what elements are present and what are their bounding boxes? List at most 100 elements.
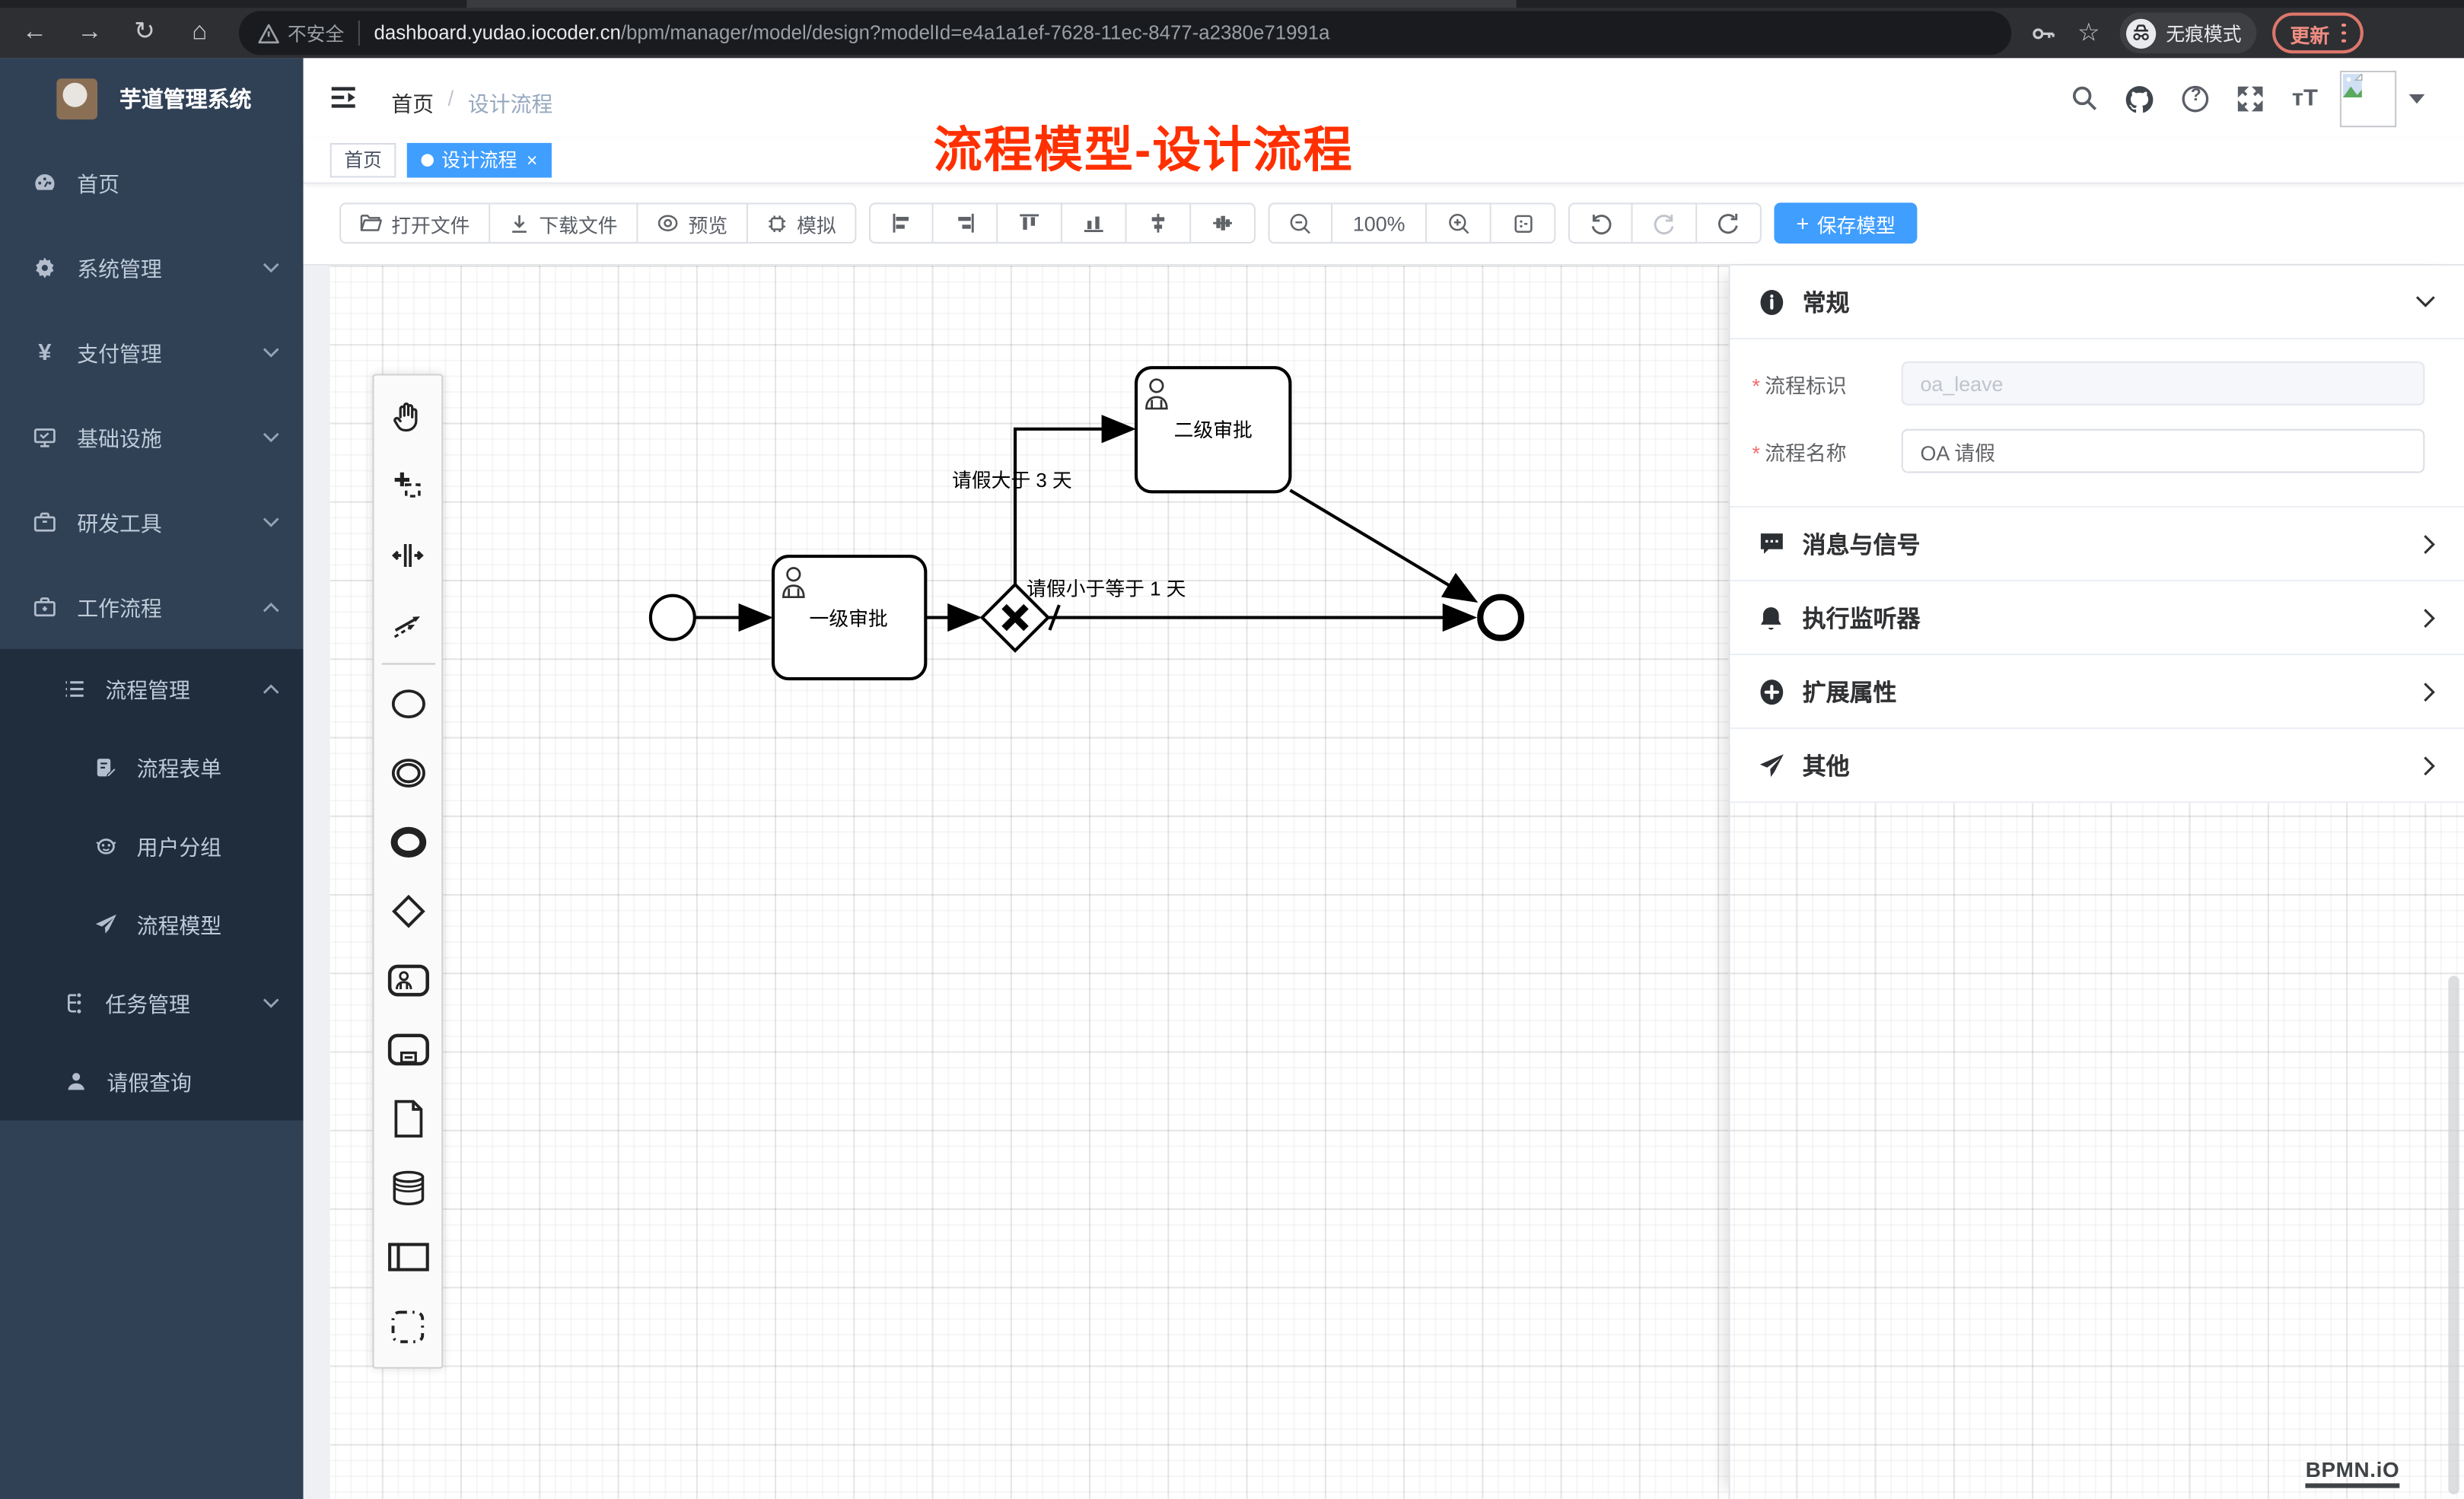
- reload-icon[interactable]: ↻: [124, 21, 165, 46]
- app-header: 首页 / 设计流程 ? тT: [304, 58, 2464, 138]
- url-host: dashboard.yudao.iocoder.cn: [374, 22, 621, 44]
- chevron-down-icon: [263, 262, 280, 272]
- process-id-input[interactable]: [1902, 361, 2425, 406]
- org-tree-icon: [63, 991, 87, 1014]
- font-size-icon[interactable]: тT: [2292, 85, 2318, 112]
- screen: ← → ↻ ⌂ 不安全 dashboard.yudao.iocoder.cn/b…: [0, 0, 2464, 1499]
- user-task-level2[interactable]: 二级审批: [1136, 368, 1290, 492]
- avatar[interactable]: [2340, 70, 2396, 126]
- breadcrumb-home[interactable]: 首页: [391, 87, 434, 118]
- flow-gateway-to-task2[interactable]: [1015, 429, 1132, 584]
- download-file-button[interactable]: 下载文件: [490, 202, 638, 243]
- start-event[interactable]: [651, 596, 695, 640]
- section-others[interactable]: 其他: [1730, 729, 2464, 803]
- vertical-scrollbar[interactable]: [2448, 975, 2459, 1494]
- zoom-button-group: 100%: [1269, 202, 1556, 243]
- avatar-caret-icon[interactable]: [2409, 94, 2425, 103]
- user-task-level1[interactable]: 一级审批: [773, 556, 925, 679]
- back-icon[interactable]: ←: [14, 21, 56, 46]
- browser-actions: ☆ 无痕模式 更新: [2030, 13, 2364, 54]
- help-icon[interactable]: ?: [2182, 84, 2210, 112]
- incognito-badge: 无痕模式: [2120, 13, 2257, 54]
- sidebar-collapse-icon[interactable]: [330, 85, 357, 110]
- bpmn-io-logo[interactable]: BPMN.iO: [2306, 1458, 2400, 1488]
- sidebar-item-devtools[interactable]: 研发工具: [0, 479, 304, 565]
- browser-toolbar: ← → ↻ ⌂ 不安全 dashboard.yudao.iocoder.cn/b…: [0, 8, 2464, 58]
- sidebar-item-infrastructure[interactable]: 基础设施: [0, 394, 304, 479]
- bookmark-star-icon[interactable]: ☆: [2077, 18, 2100, 49]
- file-button-group: 打开文件 下载文件 预览 模拟: [339, 202, 857, 243]
- chevron-down-icon: [263, 516, 280, 527]
- person-icon: [65, 1069, 88, 1093]
- zoom-in-button[interactable]: [1427, 202, 1491, 243]
- home-icon[interactable]: ⌂: [179, 21, 220, 46]
- align-right-button[interactable]: [934, 202, 998, 243]
- process-name-row: *流程名称: [1752, 429, 2425, 473]
- sidebar-item-process-model[interactable]: 流程模型: [0, 885, 304, 963]
- breadcrumb-current: 设计流程: [468, 87, 553, 118]
- tab-design-process[interactable]: 设计流程 ×: [407, 143, 552, 177]
- preview-button[interactable]: 预览: [638, 202, 748, 243]
- process-id-label: 流程标识: [1765, 373, 1846, 396]
- process-name-input[interactable]: [1902, 429, 2425, 473]
- section-extended-properties[interactable]: 扩展属性: [1730, 655, 2464, 729]
- history-button-group: [1568, 202, 1762, 243]
- fullscreen-icon[interactable]: [2237, 84, 2265, 112]
- sidebar-item-user-group[interactable]: 用户分组: [0, 806, 304, 884]
- sidebar-item-payment[interactable]: ¥ 支付管理: [0, 310, 304, 395]
- zoom-out-button[interactable]: [1269, 202, 1333, 243]
- open-file-button[interactable]: 打开文件: [339, 202, 490, 243]
- align-bottom-button[interactable]: [1062, 202, 1127, 243]
- close-tab-icon[interactable]: ×: [527, 145, 537, 176]
- plus-icon: +: [1796, 211, 1809, 236]
- process-id-row: *流程标识: [1752, 361, 2425, 406]
- search-icon[interactable]: [2072, 85, 2099, 112]
- tab-home[interactable]: 首页: [330, 143, 396, 177]
- sidebar-item-leave-query[interactable]: 请假查询: [0, 1042, 304, 1120]
- page-overlay-title: 流程模型-设计流程: [934, 110, 1354, 181]
- key-icon[interactable]: [2030, 20, 2057, 46]
- not-secure-label[interactable]: 不安全: [288, 20, 344, 46]
- align-middle-button[interactable]: [1191, 202, 1256, 243]
- simulate-button[interactable]: 模拟: [748, 202, 857, 243]
- sidebar-item-process-mgmt[interactable]: 流程管理: [0, 649, 304, 727]
- section-execution-listeners[interactable]: 执行监听器: [1730, 581, 2464, 655]
- forward-icon[interactable]: →: [69, 21, 110, 46]
- sidebar-item-home[interactable]: 首页: [0, 140, 304, 225]
- flow-label-gt3[interactable]: 请假大于 3 天: [952, 469, 1072, 492]
- end-event[interactable]: [1480, 597, 1521, 638]
- zoom-reset-button[interactable]: [1491, 202, 1556, 243]
- save-model-button[interactable]: + 保存模型: [1775, 202, 1918, 243]
- undo-button[interactable]: [1568, 202, 1633, 243]
- browser-menu-icon[interactable]: [2342, 23, 2346, 43]
- chevron-down-icon: [2415, 295, 2436, 308]
- sidebar-item-process-form[interactable]: 流程表单: [0, 727, 304, 806]
- browser-active-tab[interactable]: [466, 0, 1516, 8]
- sidebar-item-workflow[interactable]: 工作流程: [0, 564, 304, 649]
- section-general[interactable]: 常规: [1730, 266, 2464, 339]
- update-label[interactable]: 更新: [2291, 18, 2330, 48]
- align-left-button[interactable]: [869, 202, 934, 243]
- bpmn-canvas[interactable]: 一级审批 二级审批 请假大于 3 天 请假小于等于 1 天: [304, 264, 2464, 1499]
- flow-label-le1[interactable]: 请假小于等于 1 天: [1027, 578, 1186, 600]
- github-icon[interactable]: [2125, 84, 2155, 112]
- sidebar-item-task-mgmt[interactable]: 任务管理: [0, 963, 304, 1042]
- app-logo-row[interactable]: 芋道管理系统: [0, 58, 304, 139]
- designer-toolbar: 打开文件 下载文件 预览 模拟: [304, 184, 2464, 264]
- flow-task2-to-end[interactable]: [1290, 490, 1474, 600]
- update-button[interactable]: 更新: [2273, 13, 2364, 54]
- breadcrumb: 首页 / 设计流程: [391, 87, 552, 118]
- redo-button[interactable]: [1633, 202, 1698, 243]
- url-bar[interactable]: 不安全 dashboard.yudao.iocoder.cn/bpm/manag…: [239, 11, 2011, 55]
- download-icon: [509, 213, 530, 234]
- face-icon: [94, 834, 118, 858]
- section-messages-signals[interactable]: 消息与信号: [1730, 508, 2464, 581]
- header-actions: ? тT: [2045, 58, 2425, 138]
- workflow-submenu: 流程管理 流程表单 用户分组 流程模型: [0, 649, 304, 1121]
- eye-icon: [657, 214, 679, 233]
- align-center-button[interactable]: [1127, 202, 1192, 243]
- browser-tabstrip: [0, 0, 2464, 8]
- align-top-button[interactable]: [998, 202, 1062, 243]
- restart-button[interactable]: [1697, 202, 1762, 243]
- sidebar-item-system[interactable]: 系统管理: [0, 224, 304, 310]
